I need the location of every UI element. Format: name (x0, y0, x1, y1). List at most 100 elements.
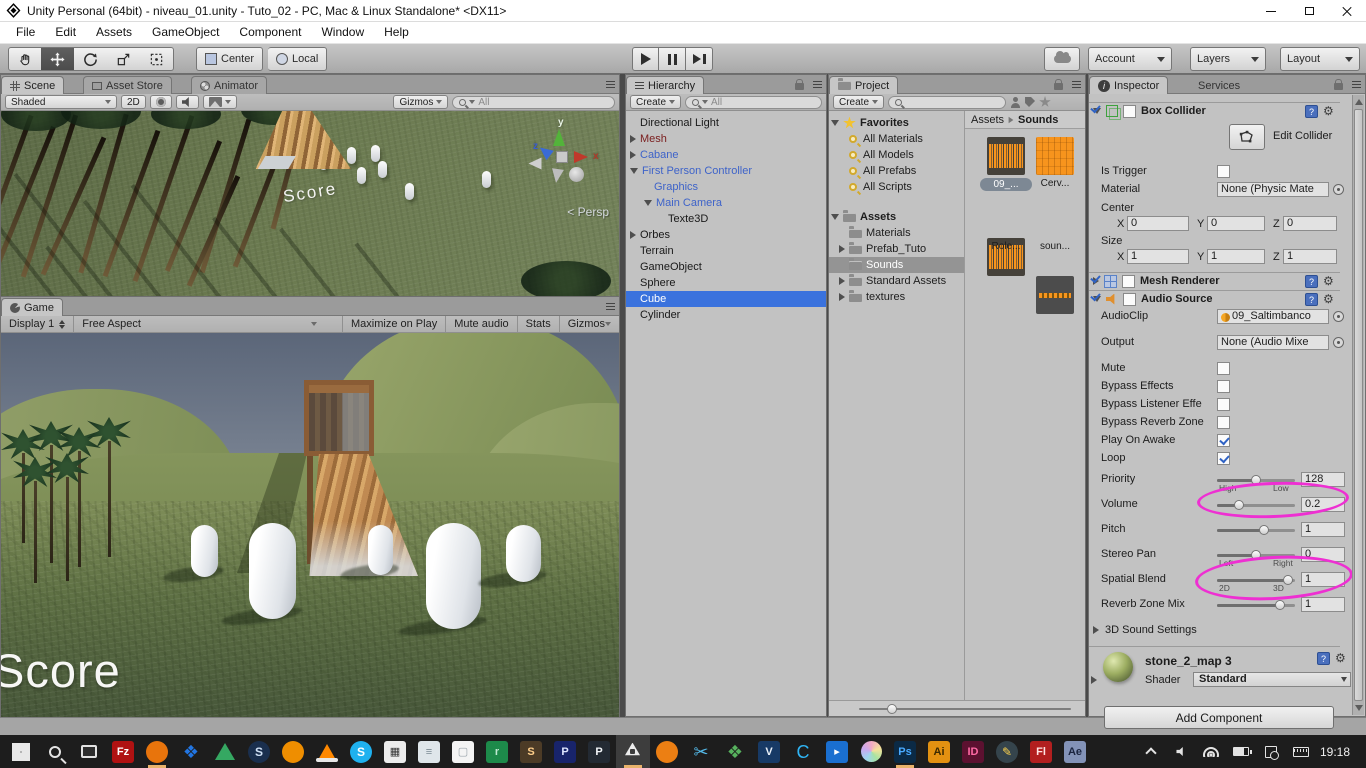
project-favorite-all-scripts[interactable]: All Scripts (829, 179, 964, 195)
y-axis-cone[interactable] (553, 129, 565, 146)
taskbar-icon-firefox[interactable] (140, 735, 174, 768)
expand-arrow-icon[interactable] (630, 151, 636, 159)
tab-game[interactable]: Game (1, 298, 63, 316)
gray-axis-cone[interactable] (550, 168, 564, 184)
pitch-value-field[interactable]: 1 (1301, 522, 1345, 537)
hierarchy-search-input[interactable]: All (685, 96, 822, 109)
center-y-field[interactable]: 0 (1207, 216, 1265, 231)
tab-hierarchy[interactable]: Hierarchy (626, 76, 704, 94)
shader-dropdown[interactable]: Standard (1193, 672, 1351, 687)
asset-label[interactable]: soun... (1029, 241, 1081, 252)
taskbar-icon-steam[interactable]: S (242, 735, 276, 768)
stereo-pan-value-field[interactable]: 0 (1301, 547, 1345, 562)
project-search-input[interactable] (888, 96, 1006, 109)
taskbar-icon-p-blue-app[interactable]: P (548, 735, 582, 768)
step-button[interactable] (686, 47, 713, 71)
slider-thumb[interactable] (1283, 575, 1293, 585)
menu-gameobject[interactable]: GameObject (142, 22, 229, 43)
stereo-pan-slider[interactable] (1217, 554, 1295, 557)
edit-collider-button[interactable] (1229, 124, 1265, 150)
bypass-listener-effe-checkbox[interactable] (1217, 398, 1230, 411)
object-picker-icon[interactable] (1333, 337, 1344, 348)
lock-icon[interactable] (1334, 83, 1343, 90)
expand-arrow-icon[interactable] (630, 135, 636, 143)
taskbar-tray-volume[interactable] (1168, 735, 1194, 768)
help-icon[interactable] (1305, 105, 1318, 118)
scroll-down-icon[interactable] (1355, 705, 1363, 711)
help-icon[interactable] (1317, 652, 1330, 665)
rect-tool-button[interactable] (140, 47, 174, 71)
x-axis-cone[interactable] (574, 151, 588, 163)
taskbar-icon-pen-app[interactable]: ✎ (990, 735, 1024, 768)
favorites-filter-icon[interactable] (1039, 96, 1051, 108)
hierarchy-item-directional-light[interactable]: Directional Light (626, 115, 826, 131)
taskbar-icon-scissors-app[interactable]: ✂ (684, 735, 718, 768)
component-enabled-checkbox[interactable] (1122, 275, 1135, 288)
taskbar-icon-orange-app[interactable] (276, 735, 310, 768)
expand-arrow-icon[interactable] (839, 245, 845, 253)
taskbar-icon-color-wheel-app[interactable] (854, 735, 888, 768)
tab-menu-icon[interactable] (813, 81, 822, 88)
hierarchy-item-mesh[interactable]: Mesh (626, 131, 826, 147)
play-on-awake-checkbox[interactable] (1217, 434, 1230, 447)
taskbar-tray-action-center[interactable] (1258, 735, 1284, 768)
audio-source-header[interactable]: Audio Source (1089, 290, 1340, 307)
taskbar-icon-dropbox[interactable]: ❖ (174, 735, 208, 768)
gear-icon[interactable] (1335, 652, 1348, 665)
hand-tool-button[interactable] (8, 47, 42, 71)
hierarchy-item-sphere[interactable]: Sphere (626, 275, 826, 291)
asset-label[interactable]: Cerv... (1029, 178, 1081, 189)
project-assets-row[interactable]: Assets (829, 209, 964, 225)
size-x-field[interactable]: 1 (1127, 249, 1189, 264)
taskbar-tray-battery[interactable] (1228, 735, 1254, 768)
volume-slider[interactable] (1217, 504, 1295, 507)
hierarchy-create-button[interactable]: Create (630, 95, 681, 109)
help-icon[interactable] (1305, 275, 1318, 288)
slider-thumb[interactable] (1251, 475, 1261, 485)
tab-menu-icon[interactable] (1352, 81, 1361, 88)
asset-09-icon[interactable] (987, 137, 1025, 175)
layers-dropdown[interactable]: Layers (1190, 47, 1266, 71)
size-y-field[interactable]: 1 (1207, 249, 1265, 264)
object-picker-icon[interactable] (1333, 184, 1344, 195)
perspective-label[interactable]: < Persp (567, 205, 609, 219)
rotate-tool-button[interactable] (74, 47, 108, 71)
stats-toggle[interactable]: Stats (517, 316, 559, 333)
foldout-arrow-icon[interactable] (1091, 676, 1097, 684)
volume-value-field[interactable]: 0.2 (1301, 497, 1345, 512)
search-by-label-icon[interactable] (1025, 97, 1035, 107)
game-viewport[interactable]: Score (1, 333, 619, 719)
tab-animator[interactable]: Animator (191, 76, 267, 94)
asset-cerv-icon[interactable] (1036, 137, 1074, 175)
box-collider-header[interactable]: Box Collider (1089, 102, 1340, 119)
taskbar-icon-calculator[interactable]: ▦ (378, 735, 412, 768)
tab-menu-icon[interactable] (606, 303, 615, 310)
spatial-blend-value-field[interactable]: 1 (1301, 572, 1345, 587)
effects-dropdown[interactable] (203, 95, 237, 109)
reverb-zone-mix-slider[interactable] (1217, 604, 1295, 607)
tab-inspector[interactable]: Inspector (1089, 76, 1168, 94)
display-selector[interactable]: Display 1 (1, 316, 73, 333)
tab-services[interactable]: Services (1189, 76, 1249, 94)
asset-label[interactable]: Role... (980, 241, 1032, 252)
hierarchy-item-cube[interactable]: Cube (626, 291, 826, 307)
center-x-field[interactable]: 0 (1127, 216, 1189, 231)
lock-icon[interactable] (795, 83, 804, 90)
layout-dropdown[interactable]: Layout (1280, 47, 1360, 71)
expand-arrow-icon[interactable] (831, 120, 839, 126)
tab-menu-icon[interactable] (606, 81, 615, 88)
expand-arrow-icon[interactable] (839, 293, 845, 301)
breadcrumb-root[interactable]: Assets (971, 114, 1004, 126)
project-folder-sounds[interactable]: Sounds (829, 257, 964, 273)
taskbar-icon-after-effects[interactable]: Ae (1058, 735, 1092, 768)
taskbar-icon-sweethome3d[interactable]: S (514, 735, 548, 768)
restore-button[interactable] (1290, 0, 1328, 22)
priority-value-field[interactable]: 128 (1301, 472, 1345, 487)
scrollbar-thumb[interactable] (1354, 109, 1363, 701)
add-component-button[interactable]: Add Component (1104, 706, 1334, 729)
asset-soun-icon[interactable] (1036, 276, 1074, 314)
scale-tool-button[interactable] (107, 47, 141, 71)
expand-arrow-icon[interactable] (839, 277, 845, 285)
mesh-renderer-header[interactable]: Mesh Renderer (1089, 272, 1340, 289)
gizmo-center-cube[interactable] (556, 151, 568, 163)
